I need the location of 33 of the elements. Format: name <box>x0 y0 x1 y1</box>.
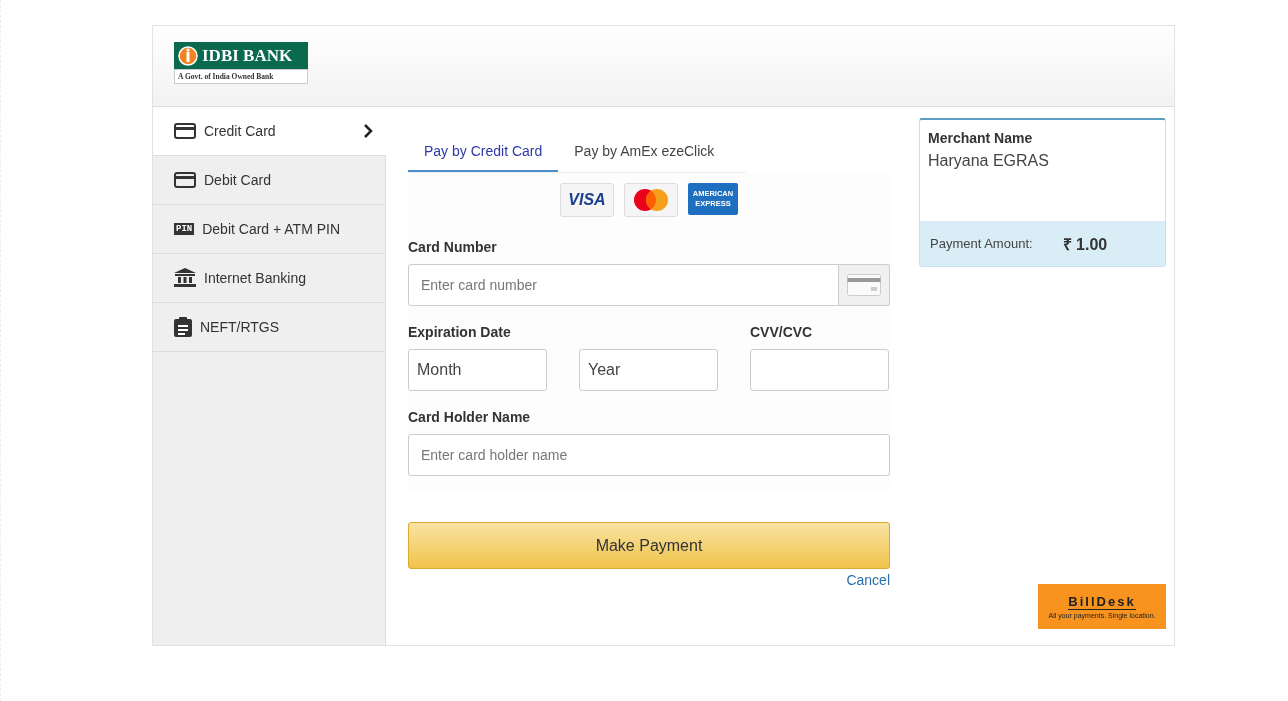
year-field[interactable]: Year <box>579 349 718 391</box>
merchant-name: Haryana EGRAS <box>928 152 1050 170</box>
field-label: Card Number <box>408 239 498 255</box>
credit-card-icon <box>174 172 196 188</box>
chevron-right-icon <box>363 124 373 138</box>
logo-name: IDBI BANK <box>202 45 293 66</box>
pin-icon: PIN <box>174 223 195 235</box>
sidebar-item-label: NEFT/RTGS <box>200 319 281 335</box>
sidebar-item-label: Debit Card + ATM PIN <box>202 221 342 237</box>
card-number-field[interactable]: Enter card number <box>408 264 839 306</box>
cvv-field[interactable] <box>750 349 889 391</box>
field-label: Card Holder Name <box>408 409 532 425</box>
logo-emblem-icon <box>178 45 198 66</box>
sidebar-item-label: Internet Banking <box>204 270 307 286</box>
card-icon <box>847 274 881 296</box>
bank-icon <box>174 268 196 288</box>
tab[interactable]: Pay by AmEx ezeClick <box>558 132 731 172</box>
amount-label: Payment Amount: <box>930 236 1033 251</box>
visa-logo: VISA <box>560 183 614 217</box>
cancel-link[interactable]: Cancel <box>846 572 890 588</box>
sidebar-item-label: Debit Card <box>204 172 272 188</box>
merchant-label: Merchant Name <box>928 130 1034 146</box>
clipboard-icon <box>174 317 192 337</box>
make-payment-button[interactable]: Make Payment <box>408 522 890 569</box>
sidebar-item[interactable]: Credit Card <box>153 107 386 156</box>
month-field[interactable]: Month <box>408 349 547 391</box>
amount-value: ₹ 1.00 <box>1062 234 1108 255</box>
sidebar-item-label: Credit Card <box>204 123 277 139</box>
card-holder-field[interactable]: Enter card holder name <box>408 434 890 476</box>
field-label: CVV/CVC <box>750 324 814 340</box>
field-label: Expiration Date <box>408 324 512 340</box>
credit-card-icon <box>174 123 196 139</box>
mastercard-logo <box>624 183 678 217</box>
